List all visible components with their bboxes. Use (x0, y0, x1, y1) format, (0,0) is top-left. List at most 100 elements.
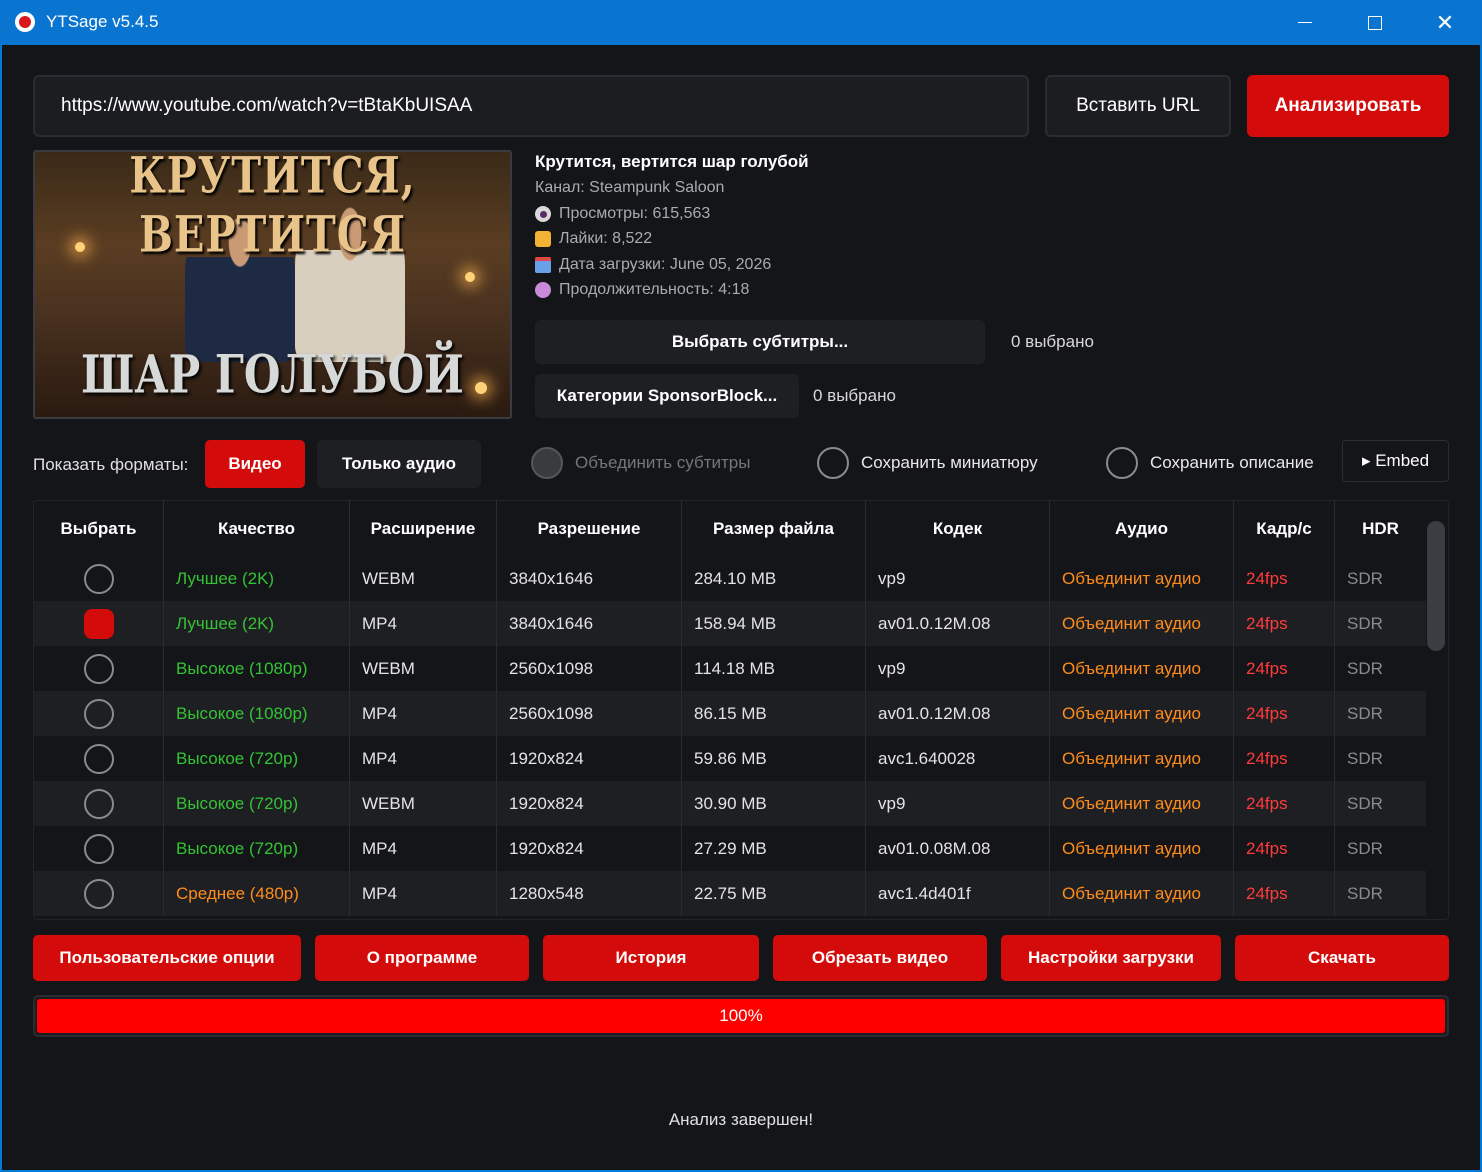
select-cell (34, 736, 164, 781)
header-audio[interactable]: Аудио (1050, 501, 1234, 556)
header-resolution[interactable]: Разрешение (497, 501, 682, 556)
save-thumbnail-toggle[interactable] (817, 447, 849, 479)
format-select-checkbox[interactable] (83, 608, 114, 639)
upload-date-line: Дата загрузки: June 05, 2026 (535, 256, 771, 274)
header-select[interactable]: Выбрать (34, 501, 164, 556)
audio-cell: Объединит аудио (1050, 601, 1234, 646)
audio-cell: Объединит аудио (1050, 736, 1234, 781)
quality-cell: Высокое (1080p) (164, 646, 350, 691)
eye-icon (535, 206, 551, 222)
table-row[interactable]: Высокое (1080p) MP4 2560x1098 86.15 MB av01.… (34, 691, 1426, 736)
history-button[interactable]: История (543, 935, 759, 981)
format-select-checkbox[interactable] (83, 698, 114, 729)
fps-cell: 24fps (1234, 871, 1335, 916)
header-hdr[interactable]: HDR (1335, 501, 1426, 556)
file-size-cell: 59.86 MB (682, 736, 866, 781)
table-row[interactable]: Высокое (720p) MP4 1920x824 27.29 MB av01.0.… (34, 826, 1426, 871)
format-select-checkbox[interactable] (83, 743, 114, 774)
save-description-label: Сохранить описание (1150, 453, 1314, 472)
hdr-cell: SDR (1347, 838, 1383, 858)
table-scrollbar[interactable] (1427, 521, 1445, 651)
minimize-button[interactable] (1270, 0, 1340, 45)
analyze-button[interactable]: Анализировать (1247, 75, 1449, 137)
merge-subtitles-checkbox[interactable]: Объединить субтитры (531, 447, 750, 479)
extension-cell: WEBM (350, 556, 497, 601)
resolution-cell: 1280x548 (497, 871, 682, 916)
hdr-cell: SDR (1347, 568, 1383, 588)
status-message: Анализ завершен! (668, 1110, 814, 1129)
select-cell (34, 871, 164, 916)
extension-cell: MP4 (350, 691, 497, 736)
audio-cell: Объединит аудио (1050, 646, 1234, 691)
duration-line: Продолжительность: 4:18 (535, 281, 749, 299)
sponsorblock-categories-button[interactable]: Категории SponsorBlock... (535, 374, 799, 418)
quality-cell: Высокое (720p) (164, 826, 350, 871)
extension-cell: MP4 (350, 826, 497, 871)
save-thumbnail-checkbox[interactable]: Сохранить миниатюру (817, 447, 1038, 479)
download-settings-button[interactable]: Настройки загрузки (1001, 935, 1221, 981)
progress-bar: 100% (33, 995, 1449, 1037)
hdr-cell: SDR (1347, 658, 1383, 678)
format-select-checkbox[interactable] (83, 653, 114, 684)
format-select-checkbox[interactable] (83, 563, 114, 594)
minimize-icon (1298, 21, 1312, 24)
table-row[interactable]: Высокое (720p) WEBM 1920x824 30.90 MB vp9 Объ… (34, 781, 1426, 826)
about-button[interactable]: О программе (315, 935, 529, 981)
audio-cell: Объединит аудио (1050, 691, 1234, 736)
format-select-checkbox[interactable] (83, 878, 114, 909)
header-codec[interactable]: Кодек (866, 501, 1050, 556)
merge-subtitles-toggle[interactable] (531, 447, 563, 479)
header-quality[interactable]: Качество (164, 501, 350, 556)
hdr-cell: SDR (1347, 613, 1383, 633)
maximize-icon (1368, 15, 1382, 30)
hdr-cell: SDR (1347, 793, 1383, 813)
channel-line: Канал: Steampunk Saloon (535, 179, 724, 197)
trim-video-button[interactable]: Обрезать видео (773, 935, 987, 981)
show-formats-label: Показать форматы: (33, 455, 189, 474)
table-row[interactable]: Среднее (480p) MP4 1280x548 22.75 MB avc1.4d… (34, 871, 1426, 916)
header-file-size[interactable]: Размер файла (682, 501, 866, 556)
paste-url-button[interactable]: Вставить URL (1045, 75, 1231, 137)
file-size-cell: 284.10 MB (682, 556, 866, 601)
fps-cell: 24fps (1234, 646, 1335, 691)
codec-cell: avc1.640028 (866, 736, 1050, 781)
likes-line: Лайки: 8,522 (535, 230, 652, 248)
format-select-checkbox[interactable] (83, 788, 114, 819)
fps-cell: 24fps (1234, 826, 1335, 871)
codec-cell: vp9 (866, 556, 1050, 601)
views-text: Просмотры: 615,563 (559, 205, 711, 222)
progress-label: 100% (719, 1006, 763, 1025)
download-button[interactable]: Скачать (1235, 935, 1449, 981)
resolution-cell: 1920x824 (497, 781, 682, 826)
extension-cell: MP4 (350, 601, 497, 646)
quality-cell: Высокое (1080p) (164, 691, 350, 736)
table-row[interactable]: Высокое (720p) MP4 1920x824 59.86 MB avc1.64… (34, 736, 1426, 781)
close-button[interactable]: ✕ (1410, 0, 1480, 45)
extension-cell: MP4 (350, 871, 497, 916)
embed-expand-button[interactable]: ▸ Embed (1342, 440, 1449, 482)
save-description-checkbox[interactable]: Сохранить описание (1106, 447, 1314, 479)
upload-date-text: Дата загрузки: June 05, 2026 (559, 256, 772, 273)
maximize-button[interactable] (1340, 0, 1410, 45)
video-formats-button[interactable]: Видео (205, 440, 305, 488)
select-subtitles-button[interactable]: Выбрать субтитры... (535, 320, 985, 364)
audio-cell: Объединит аудио (1050, 826, 1234, 871)
save-description-toggle[interactable] (1106, 447, 1138, 479)
channel-text: Канал: Steampunk Saloon (535, 179, 725, 196)
audio-only-button[interactable]: Только аудио (317, 440, 481, 488)
file-size-cell: 114.18 MB (682, 646, 866, 691)
main-window: https://www.youtube.com/watch?v=tBtaKbUI… (2, 45, 1480, 1170)
close-icon: ✕ (1435, 9, 1455, 35)
header-extension[interactable]: Расширение (350, 501, 497, 556)
table-row[interactable]: Высокое (1080p) WEBM 2560x1098 114.18 MB vp9… (34, 646, 1426, 691)
quality-cell: Высокое (720p) (164, 736, 350, 781)
header-fps[interactable]: Кадр/с (1234, 501, 1335, 556)
table-row[interactable]: Лучшее (2K) WEBM 3840x1646 284.10 MB vp9 Объе… (34, 556, 1426, 601)
table-row[interactable]: Лучшее (2K) MP4 3840x1646 158.94 MB av01.0.1… (34, 601, 1426, 646)
resolution-cell: 1920x824 (497, 736, 682, 781)
custom-options-button[interactable]: Пользовательские опции (33, 935, 301, 981)
hdr-cell: SDR (1347, 883, 1383, 903)
url-input[interactable]: https://www.youtube.com/watch?v=tBtaKbUI… (33, 75, 1029, 137)
quality-cell: Лучшее (2K) (164, 556, 350, 601)
format-select-checkbox[interactable] (83, 833, 114, 864)
